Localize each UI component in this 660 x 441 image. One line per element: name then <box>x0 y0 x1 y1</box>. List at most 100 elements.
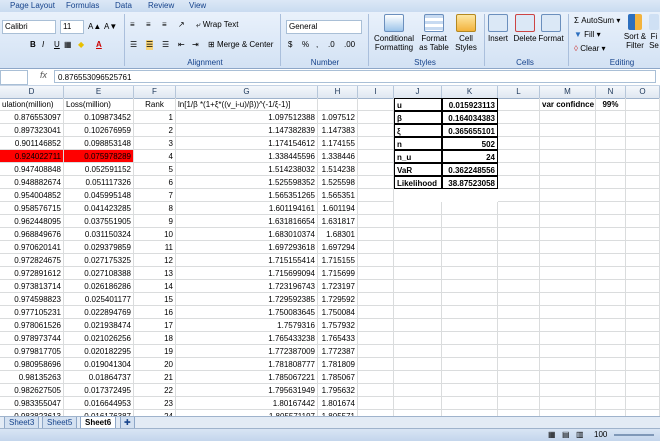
cell-empty[interactable] <box>626 176 660 189</box>
column-header-o[interactable]: O <box>626 86 660 98</box>
cell-f[interactable]: 4 <box>134 150 176 163</box>
cell-e[interactable]: 0.075978289 <box>64 150 134 163</box>
cell-empty[interactable] <box>540 111 596 124</box>
param-label[interactable]: n <box>394 137 442 150</box>
cell-i[interactable] <box>358 137 394 150</box>
zoom-slider[interactable] <box>614 434 654 436</box>
cell-g[interactable]: 1.683010374 <box>176 228 318 241</box>
cell-f[interactable]: 23 <box>134 397 176 410</box>
cell-empty[interactable] <box>626 332 660 345</box>
cell-i[interactable] <box>358 358 394 371</box>
cell-i[interactable] <box>358 280 394 293</box>
cell-i[interactable] <box>358 254 394 267</box>
cell-g[interactable]: 1.147382839 <box>176 124 318 137</box>
cell-f[interactable]: 3 <box>134 137 176 150</box>
grow-font-icon[interactable]: A▲ <box>88 22 101 32</box>
cell-empty[interactable] <box>498 228 540 241</box>
column-header-g[interactable]: G <box>176 86 318 98</box>
cell-i[interactable] <box>358 345 394 358</box>
cell-i[interactable] <box>358 189 394 202</box>
cell-empty[interactable] <box>540 176 596 189</box>
cell-e[interactable]: 0.017372495 <box>64 384 134 397</box>
cell-i[interactable] <box>358 163 394 176</box>
cell-empty[interactable] <box>442 384 498 397</box>
cell-i[interactable] <box>358 319 394 332</box>
cell-empty[interactable] <box>394 228 442 241</box>
align-right-icon[interactable]: ☰ <box>162 40 169 50</box>
cell-empty[interactable] <box>540 293 596 306</box>
cell-empty[interactable] <box>498 345 540 358</box>
cell-empty[interactable] <box>540 319 596 332</box>
cell-g[interactable]: 1.565351265 <box>176 189 318 202</box>
cell-empty[interactable] <box>498 332 540 345</box>
cell-empty[interactable] <box>540 254 596 267</box>
cell-h[interactable]: 1.147383 <box>318 124 358 137</box>
cell-empty[interactable] <box>540 267 596 280</box>
cell-empty[interactable] <box>596 345 626 358</box>
cell-empty[interactable] <box>442 254 498 267</box>
cell-empty[interactable] <box>394 267 442 280</box>
cell-h[interactable]: 1.723197 <box>318 280 358 293</box>
cell-e[interactable]: 0.029379859 <box>64 241 134 254</box>
clear-button[interactable]: ◊ Clear ▾ <box>574 44 606 54</box>
cell-empty[interactable] <box>540 358 596 371</box>
param-value[interactable]: 0.362248556 <box>442 163 498 176</box>
header-f[interactable]: Rank <box>134 98 176 111</box>
cell-d[interactable]: 0.980958696 <box>0 358 64 371</box>
cell-d[interactable]: 0.901146852 <box>0 137 64 150</box>
worksheet-grid[interactable]: ulation(million) Loss(million) Rank ln[1… <box>0 98 660 416</box>
cell-empty[interactable] <box>596 306 626 319</box>
cell-empty[interactable] <box>498 241 540 254</box>
cell-empty[interactable] <box>626 111 660 124</box>
borders-icon[interactable]: ▦ <box>64 40 72 50</box>
cell-d[interactable]: 0.947408848 <box>0 163 64 176</box>
cell-empty[interactable] <box>626 150 660 163</box>
autosum-button[interactable]: Σ AutoSum ▾ <box>574 16 620 26</box>
cell-empty[interactable] <box>596 384 626 397</box>
cell-empty[interactable] <box>540 228 596 241</box>
find-select-button[interactable]: Fi Se <box>648 14 660 50</box>
cell-i[interactable] <box>358 306 394 319</box>
cell-f[interactable]: 17 <box>134 319 176 332</box>
cell-g[interactable]: 1.631816654 <box>176 215 318 228</box>
cell-empty[interactable] <box>442 228 498 241</box>
column-header-i[interactable]: I <box>358 86 394 98</box>
cell-empty[interactable] <box>596 137 626 150</box>
cell-h[interactable]: 1.781809 <box>318 358 358 371</box>
cell-empty[interactable] <box>596 280 626 293</box>
cell-e[interactable]: 0.027108388 <box>64 267 134 280</box>
cell-empty[interactable] <box>498 189 540 202</box>
cell-d[interactable]: 0.958576715 <box>0 202 64 215</box>
cell-empty[interactable] <box>498 111 540 124</box>
cell-empty[interactable] <box>626 306 660 319</box>
insert-button[interactable]: Insert <box>486 14 510 43</box>
cell-i[interactable] <box>358 332 394 345</box>
cell-h[interactable]: 1.174155 <box>318 137 358 150</box>
cell-e[interactable]: 0.045995148 <box>64 189 134 202</box>
font-color-icon[interactable]: A <box>96 40 102 50</box>
cell-empty[interactable] <box>596 163 626 176</box>
param-label[interactable]: ξ <box>394 124 442 137</box>
cell-empty[interactable] <box>442 319 498 332</box>
normal-view-icon[interactable]: ▦ <box>548 430 556 439</box>
align-middle-icon[interactable]: ≡ <box>146 20 151 30</box>
cell-empty[interactable] <box>498 267 540 280</box>
orientation-icon[interactable]: ↗ <box>178 20 185 30</box>
cell-f[interactable]: 5 <box>134 163 176 176</box>
cell-empty[interactable] <box>626 241 660 254</box>
param-label[interactable]: Likelihood <box>394 176 442 189</box>
cell-h[interactable]: 1.772387 <box>318 345 358 358</box>
increase-decimal-icon[interactable]: .0 <box>328 40 335 50</box>
align-left-icon[interactable]: ☰ <box>130 40 137 50</box>
align-top-icon[interactable]: ≡ <box>130 20 135 30</box>
cell-g[interactable]: 1.514238032 <box>176 163 318 176</box>
cell-h[interactable]: 1.601194 <box>318 202 358 215</box>
font-size-box[interactable]: 11 <box>60 20 84 34</box>
cell-h[interactable]: 1.785067 <box>318 371 358 384</box>
cell-g[interactable]: 1.785067221 <box>176 371 318 384</box>
cell-i[interactable] <box>358 124 394 137</box>
cell-empty[interactable] <box>394 293 442 306</box>
cell-i[interactable] <box>358 241 394 254</box>
underline-button[interactable]: U <box>54 40 60 50</box>
cell-empty[interactable] <box>442 280 498 293</box>
